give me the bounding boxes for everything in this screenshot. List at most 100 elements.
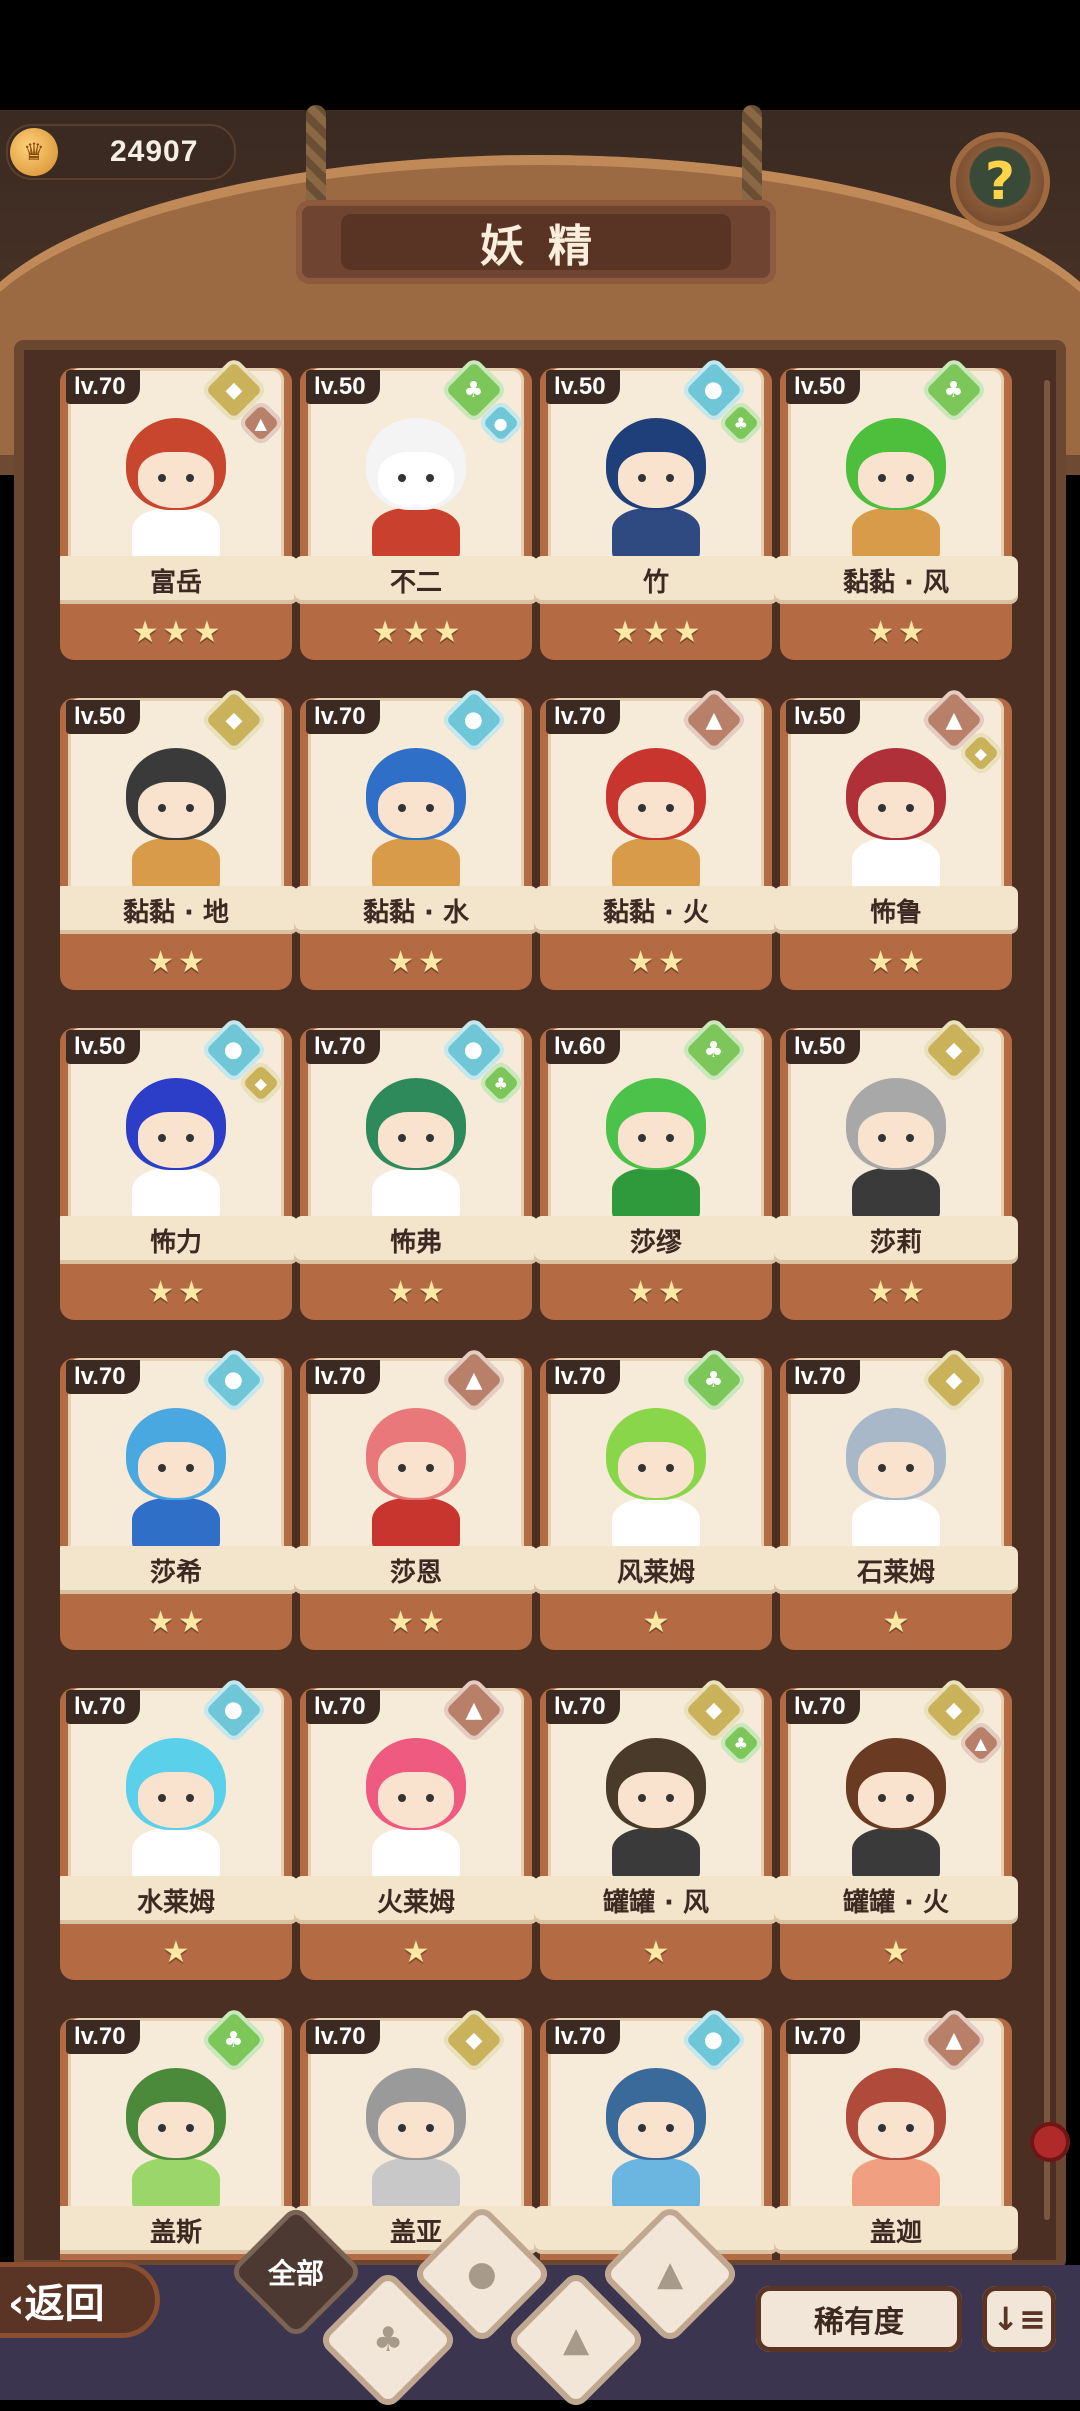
sort-order-button[interactable]: ↓≡ xyxy=(982,2286,1056,2352)
fairy-portrait xyxy=(352,1732,480,1882)
fairy-card[interactable]: lv.50 ♣ 黏黏 · 风 ★ ★ xyxy=(774,360,1018,660)
scrollbar[interactable] xyxy=(1044,380,1050,2220)
fairy-card[interactable]: lv.70 ◆ ▲ 罐罐 · 火 ★ xyxy=(774,1676,1018,1980)
water-drop-icon: ● xyxy=(467,2253,497,2294)
level-badge: lv.50 xyxy=(66,1030,140,1064)
rarity-sort-button[interactable]: 稀有度 xyxy=(756,2286,962,2352)
fairy-card[interactable]: lv.70 ● ♣ 怖弗 ★ ★ xyxy=(294,1016,538,1320)
fairy-name: 竹 xyxy=(534,556,778,604)
ladybug-icon xyxy=(1030,2122,1070,2162)
rarity-stars: ★ xyxy=(300,1932,532,1972)
fairy-portrait xyxy=(832,1402,960,1552)
star-icon: ★ xyxy=(611,614,639,650)
sprout-icon: ♣ xyxy=(372,2319,404,2360)
fairy-portrait xyxy=(112,1402,240,1552)
fairy-portrait xyxy=(832,412,960,562)
fairy-card[interactable]: lv.70 ◆ ▲ 富岳 ★ ★ ★ xyxy=(60,360,298,660)
fairy-card[interactable]: lv.60 ♣ 莎缪 ★ ★ xyxy=(534,1016,778,1320)
help-button[interactable]: ? xyxy=(950,132,1050,232)
star-icon: ★ xyxy=(867,944,894,980)
star-icon: ★ xyxy=(898,1274,925,1310)
fairy-card[interactable]: lv.70 ▲ 莎恩 ★ ★ xyxy=(294,1346,538,1650)
fairy-portrait xyxy=(352,2062,480,2212)
star-icon: ★ xyxy=(642,614,670,650)
fairy-portrait xyxy=(352,1402,480,1552)
fairy-card[interactable]: lv.50 ● ◆ 怖力 ★ ★ xyxy=(60,1016,298,1320)
level-badge: lv.70 xyxy=(66,1690,140,1724)
fairy-portrait xyxy=(592,412,720,562)
fairy-name: 怖弗 xyxy=(294,1216,538,1264)
star-icon: ★ xyxy=(162,1934,190,1970)
level-badge: lv.70 xyxy=(306,1030,380,1064)
fairy-name: 盖迦 xyxy=(774,2206,1018,2254)
level-badge: lv.70 xyxy=(306,1360,380,1394)
fairy-card[interactable]: lv.70 ● 水莱姆 ★ xyxy=(60,1676,298,1980)
back-button[interactable]: ‹返回 xyxy=(0,2262,160,2338)
fairy-card[interactable]: lv.70♣盖斯★ xyxy=(60,2006,298,2260)
rarity-stars: ★ ★ xyxy=(300,1602,532,1642)
fairy-name: 怖鲁 xyxy=(774,886,1018,934)
fairy-card[interactable]: lv.70 ◆ ♣ 罐罐 · 风 ★ xyxy=(534,1676,778,1980)
fairy-name: 罐罐 · 火 xyxy=(774,1876,1018,1924)
rarity-stars: ★ xyxy=(780,1602,1012,1642)
fairy-portrait xyxy=(352,742,480,892)
coin-icon: ♛ xyxy=(10,128,58,176)
fairy-name: 火莱姆 xyxy=(294,1876,538,1924)
fairy-name: 罐罐 · 风 xyxy=(534,1876,778,1924)
fairy-name: 莎缪 xyxy=(534,1216,778,1264)
fairy-name: 黏黏 · 风 xyxy=(774,556,1018,604)
level-badge: lv.50 xyxy=(786,370,860,404)
fairy-name: 黏黏 · 火 xyxy=(534,886,778,934)
level-badge: lv.70 xyxy=(786,1690,860,1724)
fairy-card[interactable]: lv.50 ♣ ● 不二 ★ ★ ★ xyxy=(294,360,538,660)
level-badge: lv.70 xyxy=(66,2020,140,2054)
mountain-icon: ▲ xyxy=(656,2254,684,2294)
fairy-portrait xyxy=(592,1072,720,1222)
fairy-portrait xyxy=(112,2062,240,2212)
fairy-name: 莎恩 xyxy=(294,1546,538,1594)
fairy-card[interactable]: lv.70 ▲ 火莱姆 ★ xyxy=(294,1676,538,1980)
star-icon: ★ xyxy=(418,1604,445,1640)
fairy-portrait xyxy=(112,1072,240,1222)
level-badge: lv.50 xyxy=(306,370,380,404)
star-icon: ★ xyxy=(418,944,445,980)
fairy-name: 石莱姆 xyxy=(774,1546,1018,1594)
fairy-card[interactable]: lv.70 ♣ 风莱姆 ★ xyxy=(534,1346,778,1650)
rarity-stars: ★ xyxy=(780,1932,1012,1972)
fairy-name: 怖力 xyxy=(60,1216,298,1264)
star-icon: ★ xyxy=(178,1274,205,1310)
fairy-name: 黏黏 · 水 xyxy=(294,886,538,934)
star-icon: ★ xyxy=(387,1604,414,1640)
star-icon: ★ xyxy=(147,1604,174,1640)
fairy-card[interactable]: lv.70 ▲ 黏黏 · 火 ★ ★ xyxy=(534,686,778,990)
help-icon: ? xyxy=(984,152,1016,212)
level-badge: lv.70 xyxy=(786,1360,860,1394)
star-icon: ★ xyxy=(898,614,925,650)
star-icon: ★ xyxy=(387,1274,414,1310)
level-badge: lv.70 xyxy=(66,370,140,404)
fairy-card[interactable]: lv.70 ◆ 石莱姆 ★ xyxy=(774,1346,1018,1650)
fairy-card[interactable]: lv.50 ◆ 莎莉 ★ ★ xyxy=(774,1016,1018,1320)
fairy-card[interactable]: lv.70▲盖迦★ xyxy=(774,2006,1018,2260)
fairy-name: 风莱姆 xyxy=(534,1546,778,1594)
level-badge: lv.70 xyxy=(546,1360,620,1394)
fairy-card[interactable]: lv.50 ● ♣ 竹 ★ ★ ★ xyxy=(534,360,778,660)
star-icon: ★ xyxy=(867,614,894,650)
star-icon: ★ xyxy=(418,1274,445,1310)
fairy-name: 不二 xyxy=(294,556,538,604)
fairy-card[interactable]: lv.50 ◆ 黏黏 · 地 ★ ★ xyxy=(60,686,298,990)
fairy-portrait xyxy=(112,1732,240,1882)
star-icon: ★ xyxy=(673,614,701,650)
level-badge: lv.70 xyxy=(66,1360,140,1394)
fairy-card[interactable]: lv.50 ▲ ◆ 怖鲁 ★ ★ xyxy=(774,686,1018,990)
rarity-stars: ★ xyxy=(60,1932,292,1972)
fairy-portrait xyxy=(112,412,240,562)
rarity-stars: ★ ★ ★ xyxy=(300,612,532,652)
rarity-stars: ★ ★ xyxy=(780,942,1012,982)
fairy-card[interactable]: lv.70 ● 莎希 ★ ★ xyxy=(60,1346,298,1650)
fairy-card[interactable]: lv.70 ● 黏黏 · 水 ★ ★ xyxy=(294,686,538,990)
rock-icon: ▲ xyxy=(562,2320,590,2360)
star-icon: ★ xyxy=(658,1274,685,1310)
fairy-portrait xyxy=(592,1732,720,1882)
star-icon: ★ xyxy=(433,614,461,650)
